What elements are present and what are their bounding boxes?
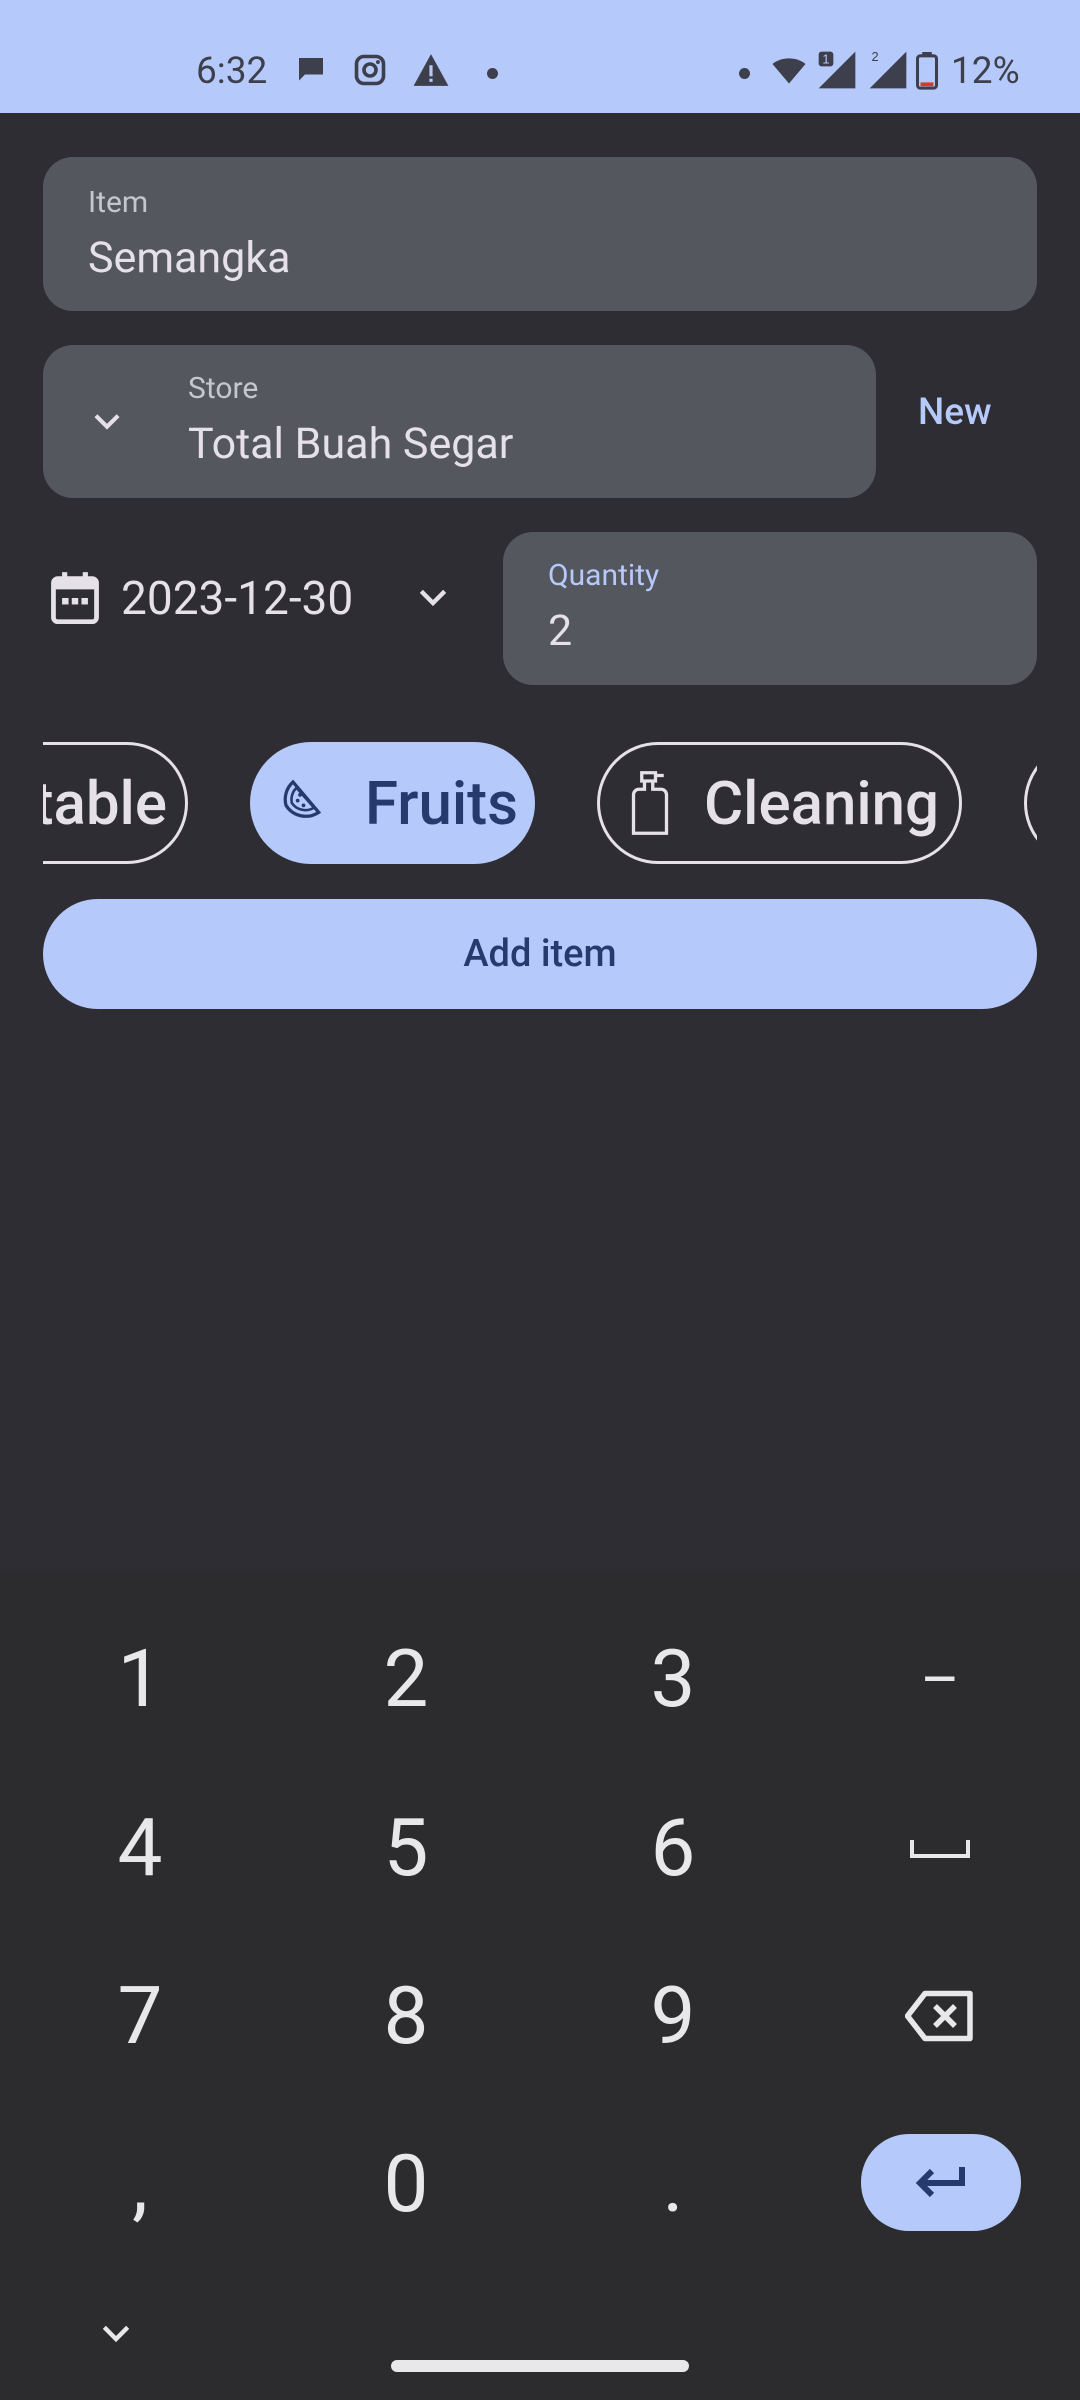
item-field-value: Semangka [88,233,291,283]
store-dropdown[interactable]: Store Total Buah Segar [43,345,876,498]
chevron-down-icon [88,403,126,445]
key-7[interactable]: 7 [70,1946,210,2086]
notification-dot-icon [739,68,750,79]
store-field-value: Total Buah Segar [188,419,514,469]
quantity-field-label: Quantity [548,558,660,593]
hide-keyboard-chevron-icon[interactable] [96,2314,136,2358]
chip-label: table [43,767,167,839]
home-indicator[interactable] [391,2360,689,2372]
notification-dot-icon [487,68,498,79]
item-field-label: Item [88,185,149,220]
enter-key[interactable] [861,2134,1021,2231]
chip-cleaning[interactable]: Cleaning [597,742,962,864]
new-store-button[interactable]: New [918,391,992,434]
wifi-icon [770,52,808,92]
store-field-label: Store [188,371,259,406]
cell-signal-2-icon: 2 [866,48,910,96]
key-space[interactable] [870,1778,1010,1918]
add-item-button[interactable]: Add item [43,899,1037,1009]
date-selector[interactable]: 2023-12-30 [43,532,473,668]
key-2[interactable]: 2 [336,1609,476,1749]
item-field[interactable]: Item Semangka [43,157,1037,311]
cell-signal-icon: 1 [815,48,859,96]
key-5[interactable]: 5 [336,1778,476,1918]
status-bar: 6:32 1 2 12% [0,0,1080,113]
space-bar-icon [910,1840,970,1858]
chat-bubble-icon [293,52,329,92]
key-backspace[interactable] [870,1946,1010,2086]
chip-label: Fruits [365,767,519,839]
chip-vegetable[interactable]: table [43,742,188,864]
key-1[interactable]: 1 [70,1609,210,1749]
date-value: 2023-12-30 [121,572,354,626]
chevron-down-icon [413,578,453,622]
calendar-icon [49,570,101,630]
watermelon-icon [279,775,335,831]
instagram-icon [352,52,388,92]
warning-icon [412,52,450,92]
quantity-field-value: 2 [548,606,573,656]
chip-fruits[interactable]: Fruits [250,742,535,864]
battery-icon [915,52,939,94]
svg-text:1: 1 [822,52,829,67]
key-0[interactable]: 0 [336,2114,476,2254]
quantity-field[interactable]: Quantity 2 [503,532,1037,685]
category-chips-scroller[interactable]: table Fruits Cleaning [43,730,1037,880]
enter-arrow-icon [915,2166,965,2197]
backspace-icon [905,1990,973,2042]
key-3[interactable]: 3 [603,1609,743,1749]
key-dash[interactable]: – [870,1609,1010,1749]
chip-label: Cleaning [704,767,940,839]
key-4[interactable]: 4 [70,1778,210,1918]
status-time: 6:32 [196,50,268,93]
key-comma[interactable]: , [70,2114,210,2254]
key-8[interactable]: 8 [336,1946,476,2086]
svg-text:2: 2 [872,49,879,64]
key-period[interactable]: . [603,2114,743,2254]
key-9[interactable]: 9 [603,1946,743,2086]
chip-next[interactable] [1024,742,1037,864]
battery-percent: 12% [951,50,1020,93]
key-6[interactable]: 6 [603,1778,743,1918]
spray-bottle-icon [630,770,670,836]
